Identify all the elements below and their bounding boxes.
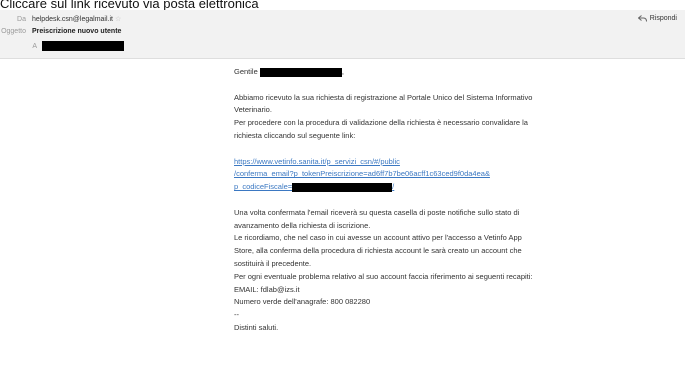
paragraph-line: Una volta confermata l'email riceverà su…	[234, 207, 520, 217]
paragraph-line: Store, alla conferma della procedura di …	[234, 246, 522, 256]
paragraph-line: Per procedere con la procedura di valida…	[234, 118, 528, 128]
confirmation-link[interactable]: /conferma_email?p_tokenPreiscrizione=ad6…	[234, 168, 654, 181]
email-body: Gentile , Abbiamo ricevuto la sua richie…	[234, 66, 654, 335]
paragraph-line: Per ogni eventuale problema relativo al …	[234, 271, 533, 281]
link-text[interactable]: /	[392, 182, 394, 191]
redacted-name	[259, 67, 342, 77]
subject-value: Preiscrizione nuovo utente	[31, 28, 122, 35]
subject-label: Oggetto	[1, 28, 26, 35]
email-header: Da helpdesk.csn@legalmail.it ☆ Oggetto P…	[0, 10, 685, 59]
reply-label: Rispondi	[649, 15, 677, 22]
to-label: A	[32, 42, 37, 50]
reply-arrow-icon	[637, 15, 647, 22]
paragraph-line: Abbiamo ricevuto la sua richiesta di reg…	[234, 92, 533, 102]
greeting: Gentile ,	[234, 66, 654, 79]
from-address[interactable]: helpdesk.csn@legalmail.it	[32, 16, 113, 23]
confirmation-link[interactable]: https://www.vetinfo.sanita.it/p_servizi_…	[234, 156, 654, 169]
greeting-suffix: ,	[341, 67, 344, 76]
link-text[interactable]: p_codiceFiscale=	[234, 182, 292, 191]
subject-row: Oggetto Preiscrizione nuovo utente	[0, 27, 121, 36]
contact-email: EMAIL: fdlab@izs.it	[234, 284, 300, 294]
paragraph-line: sostituirà il precedente.	[234, 258, 312, 268]
paragraph-line: Veterinario.	[234, 105, 272, 115]
paragraph-line: Le ricordiamo, che nel caso in cui avess…	[234, 233, 522, 243]
closing: Distinti saluti.	[234, 322, 279, 332]
signature-separator: --	[234, 310, 239, 320]
redacted-fiscal-code	[292, 182, 393, 192]
reply-button[interactable]: Rispondi	[637, 15, 677, 22]
confirmation-link[interactable]: p_codiceFiscale= /	[234, 181, 654, 194]
from-row: Da helpdesk.csn@legalmail.it ☆	[12, 15, 121, 24]
redacted-recipient	[41, 41, 124, 51]
to-row: A	[0, 41, 124, 51]
paragraph-line: richiesta cliccando sul seguente link:	[234, 130, 356, 140]
paragraph-line: avanzamento della richiesta di iscrizion…	[234, 220, 371, 230]
from-label: Da	[17, 16, 26, 23]
star-icon[interactable]: ☆	[115, 16, 121, 23]
greeting-text: Gentile	[234, 67, 258, 76]
contact-phone: Numero verde dell'anagrafe: 800 082280	[234, 297, 371, 307]
